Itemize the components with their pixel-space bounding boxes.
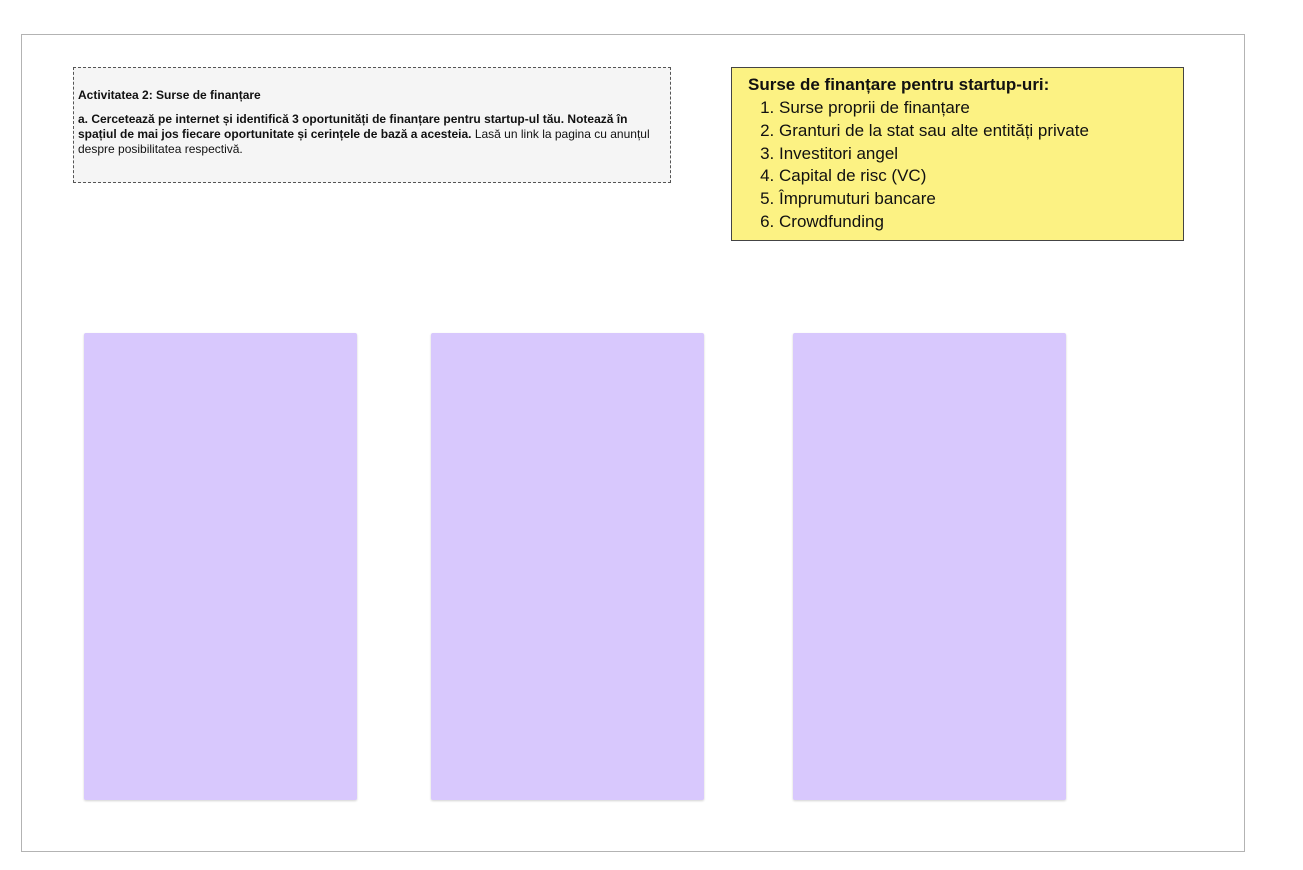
activity-title: Activitatea 2: Surse de finanțare bbox=[78, 88, 261, 102]
list-item: Granturi de la stat sau alte entități pr… bbox=[779, 120, 1169, 143]
list-item: Împrumuturi bancare bbox=[779, 188, 1169, 211]
funding-sources-list: Surse proprii de finanțare Granturi de l… bbox=[748, 97, 1169, 234]
funding-sources-sticky-note[interactable]: Surse de finanțare pentru startup-uri: S… bbox=[731, 67, 1184, 241]
list-item: Surse proprii de finanțare bbox=[779, 97, 1169, 120]
list-item: Investitori angel bbox=[779, 143, 1169, 166]
list-item: Capital de risc (VC) bbox=[779, 165, 1169, 188]
activity-task-text: a. Cercetează pe internet și identifică … bbox=[78, 112, 666, 157]
empty-sticky-note-1[interactable] bbox=[84, 333, 357, 800]
empty-sticky-note-3[interactable] bbox=[793, 333, 1066, 800]
funding-sources-heading: Surse de finanțare pentru startup-uri: bbox=[748, 75, 1050, 94]
empty-sticky-note-2[interactable] bbox=[431, 333, 704, 800]
activity-instructions-textbox[interactable]: Activitatea 2: Surse de finanțare a. Cer… bbox=[73, 67, 671, 183]
list-item: Crowdfunding bbox=[779, 211, 1169, 234]
